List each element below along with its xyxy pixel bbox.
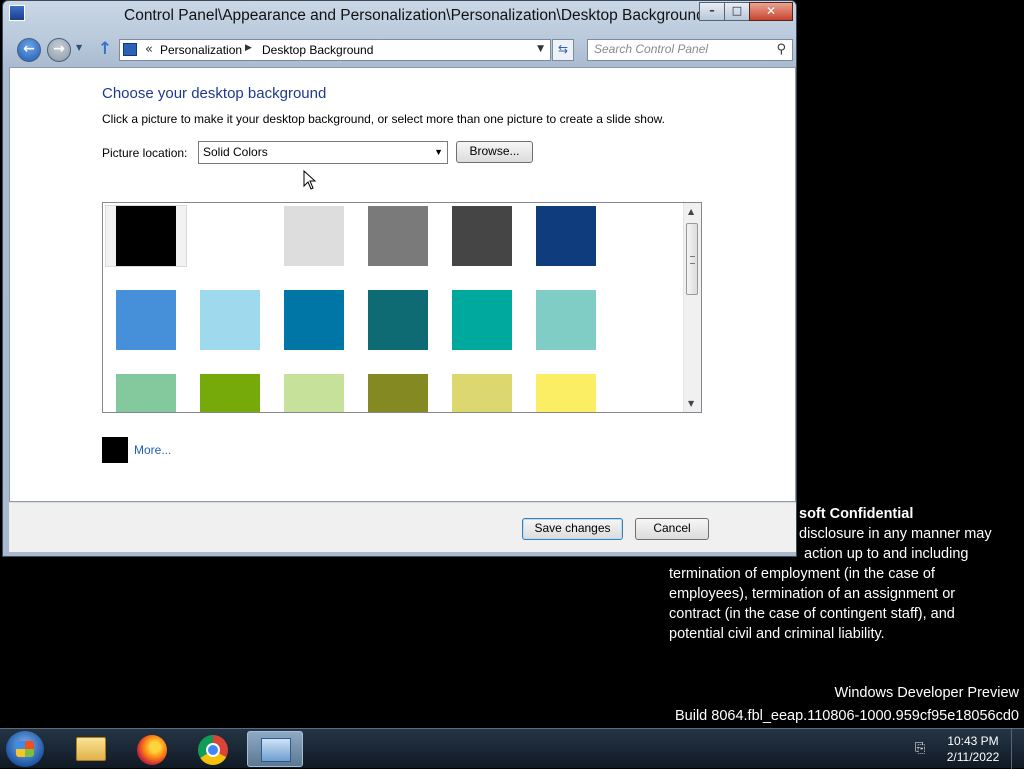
scroll-up-icon[interactable]: ▲ xyxy=(688,207,694,216)
notice-line: potential civil and criminal liability. xyxy=(669,626,885,642)
taskbar-file-explorer[interactable] xyxy=(62,731,118,767)
search-icon[interactable]: ⚲ xyxy=(776,42,786,57)
save-changes-button[interactable]: Save changes xyxy=(522,518,623,540)
color-swatch[interactable] xyxy=(536,206,596,266)
content-pane: Choose your desktop background Click a p… xyxy=(9,67,796,502)
recent-pages-dropdown[interactable]: ▼ xyxy=(76,43,82,52)
scrollbar-thumb[interactable] xyxy=(686,223,698,295)
search-input[interactable] xyxy=(594,42,764,56)
taskbar: ⎘ 10:43 PM 2/11/2022 xyxy=(0,728,1024,769)
color-swatch[interactable] xyxy=(452,206,512,266)
color-swatch[interactable] xyxy=(200,206,260,266)
color-swatch[interactable] xyxy=(536,374,596,412)
more-colors-link[interactable]: More... xyxy=(134,443,171,457)
window-title: Control Panel\Appearance and Personaliza… xyxy=(124,7,705,24)
close-button[interactable]: ✕ xyxy=(749,2,793,21)
build-watermark-number: Build 8064.fbl_eeap.110806-1000.959cf95e… xyxy=(674,708,1019,724)
color-swatch[interactable] xyxy=(536,290,596,350)
vertical-scrollbar[interactable]: ▲ ▼ xyxy=(683,203,701,412)
notice-line: termination of employment (in the case o… xyxy=(669,566,935,582)
up-level-button[interactable]: ↑ xyxy=(97,39,113,59)
breadcrumb-overflow[interactable]: « xyxy=(145,42,153,57)
color-swatch[interactable] xyxy=(452,374,512,412)
browse-button[interactable]: Browse... xyxy=(456,141,533,163)
page-description: Click a picture to make it your desktop … xyxy=(102,112,665,126)
color-swatch[interactable] xyxy=(368,290,428,350)
color-swatch[interactable] xyxy=(284,290,344,350)
picture-location-label: Picture location: xyxy=(102,146,188,160)
picture-location-value: Solid Colors xyxy=(203,145,268,159)
color-swatch[interactable] xyxy=(368,206,428,266)
taskbar-clock[interactable]: 10:43 PM 2/11/2022 xyxy=(940,733,1006,765)
dialog-footer: Save changes Cancel xyxy=(9,502,796,552)
taskbar-firefox[interactable] xyxy=(124,731,180,767)
refresh-button[interactable]: ⇆ xyxy=(552,39,574,61)
color-swatch[interactable] xyxy=(368,374,428,412)
build-watermark-edition: Windows Developer Preview xyxy=(834,685,1019,701)
address-dropdown-icon[interactable]: ▼ xyxy=(537,44,544,54)
minimize-button[interactable]: – xyxy=(699,2,725,21)
cancel-button[interactable]: Cancel xyxy=(635,518,709,540)
address-bar[interactable]: « Personalization ▶ Desktop Background ▼ xyxy=(119,39,551,61)
control-panel-window: Control Panel\Appearance and Personaliza… xyxy=(2,0,797,557)
maximize-button[interactable]: □ xyxy=(724,2,750,21)
color-swatch[interactable] xyxy=(116,206,176,266)
mouse-pointer-icon xyxy=(303,170,317,190)
color-swatch-grid: ▲ ▼ xyxy=(102,202,702,413)
show-desktop-button[interactable] xyxy=(1011,729,1024,769)
color-swatch[interactable] xyxy=(284,374,344,412)
breadcrumb-separator-icon[interactable]: ▶ xyxy=(245,43,252,53)
color-swatch[interactable] xyxy=(116,374,176,412)
taskbar-chrome[interactable] xyxy=(185,731,241,767)
clock-time: 10:43 PM xyxy=(947,734,999,748)
picture-location-select[interactable]: Solid Colors ▼ xyxy=(198,141,448,164)
control-panel-icon xyxy=(123,43,137,56)
back-button[interactable]: ← xyxy=(17,38,41,62)
notice-line: action up to and including xyxy=(804,546,969,562)
notice-line: contract (in the case of contingent staf… xyxy=(669,606,955,622)
clock-date: 2/11/2022 xyxy=(946,750,1000,764)
page-title: Choose your desktop background xyxy=(102,85,327,102)
color-swatch[interactable] xyxy=(200,290,260,350)
breadcrumb-personalization[interactable]: Personalization xyxy=(160,43,242,57)
start-button[interactable] xyxy=(6,731,44,767)
color-swatch[interactable] xyxy=(284,206,344,266)
forward-button[interactable]: → xyxy=(47,38,71,62)
window-system-icon[interactable] xyxy=(9,5,25,21)
confidential-title: soft Confidential xyxy=(799,506,914,522)
firefox-icon xyxy=(137,735,167,765)
folder-icon xyxy=(76,737,106,761)
network-icon[interactable]: ⎘ xyxy=(915,741,933,757)
breadcrumb-desktop-background[interactable]: Desktop Background xyxy=(262,43,373,57)
chrome-icon xyxy=(198,735,228,765)
taskbar-control-panel[interactable] xyxy=(247,731,303,767)
windows-logo-icon xyxy=(16,741,34,757)
current-color-swatch[interactable] xyxy=(102,437,128,463)
color-swatch[interactable] xyxy=(200,374,260,412)
control-panel-icon xyxy=(261,738,291,762)
color-swatch[interactable] xyxy=(116,290,176,350)
search-box[interactable]: ⚲ xyxy=(587,39,793,61)
notice-line: employees), termination of an assignment… xyxy=(669,586,956,602)
notice-line: disclosure in any manner may xyxy=(799,526,992,542)
color-swatch[interactable] xyxy=(452,290,512,350)
scrollbar-grip-icon xyxy=(690,256,695,264)
scroll-down-icon[interactable]: ▼ xyxy=(688,399,694,408)
chevron-down-icon[interactable]: ▼ xyxy=(434,147,443,157)
